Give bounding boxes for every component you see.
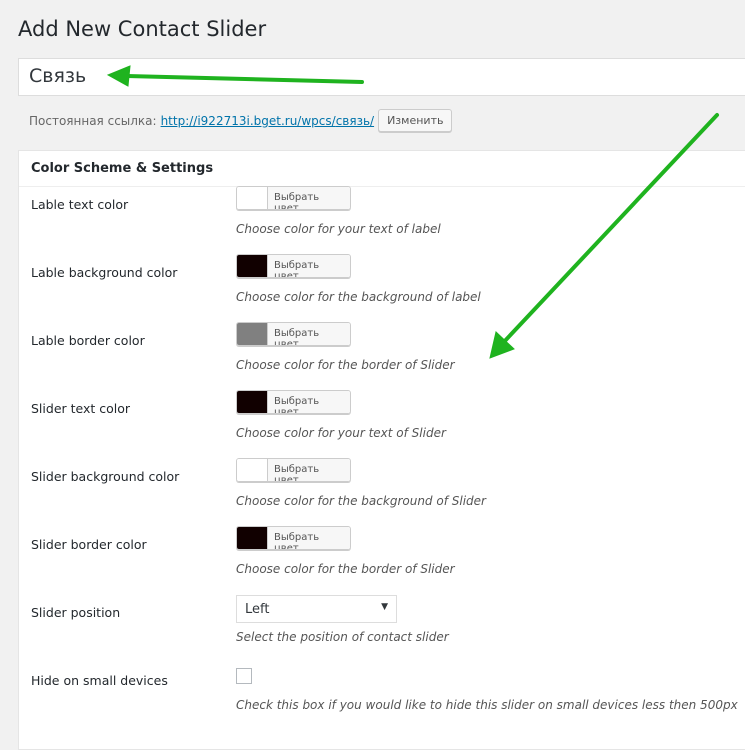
field-label: Lable background color — [31, 265, 178, 280]
select-value: Left — [245, 602, 270, 617]
color-swatch[interactable] — [237, 187, 268, 209]
color-field-row: Lable background color Выбрать цвет Choo… — [19, 254, 745, 333]
field-label: Hide on small devices — [31, 673, 168, 688]
color-picker[interactable]: Выбрать цвет — [236, 458, 351, 482]
field-description: Choose color for the background of label — [236, 290, 481, 304]
color-field-row: Lable border color Выбрать цвет Choose c… — [19, 322, 745, 401]
color-field-row: Slider background color Выбрать цвет Cho… — [19, 458, 745, 537]
color-swatch[interactable] — [237, 459, 268, 481]
hide-small-checkbox[interactable] — [236, 668, 252, 684]
panel-title: Color Scheme & Settings — [19, 151, 745, 187]
field-description: Check this box if you would like to hide… — [236, 698, 738, 712]
title-input[interactable]: Связь — [18, 58, 745, 96]
field-label: Lable border color — [31, 333, 145, 348]
permalink-bar: Постоянная ссылка: http://i922713i.bget.… — [29, 109, 453, 132]
color-picker[interactable]: Выбрать цвет — [236, 390, 351, 414]
field-description: Select the position of contact slider — [236, 630, 449, 644]
field-description: Choose color for your text of label — [236, 222, 441, 236]
field-description: Choose color for the background of Slide… — [236, 494, 486, 508]
slider-position-select[interactable]: Left ▼ — [236, 595, 397, 623]
color-picker[interactable]: Выбрать цвет — [236, 254, 351, 278]
select-color-button[interactable]: Выбрать цвет — [268, 187, 350, 209]
dropdown-arrow-icon: ▼ — [381, 602, 388, 612]
field-description: Choose color for the border of Slider — [236, 562, 455, 576]
slider-position-row: Slider position Left ▼ Select the positio… — [19, 595, 745, 673]
select-color-button[interactable]: Выбрать цвет — [268, 255, 350, 277]
permalink-url: http://i922713i.bget.ru/wpcs/ — [160, 113, 336, 128]
select-color-button[interactable]: Выбрать цвет — [268, 459, 350, 481]
field-description: Choose color for the border of Slider — [236, 358, 455, 372]
color-field-row: Slider text color Выбрать цвет Choose co… — [19, 390, 745, 469]
permalink-link[interactable]: http://i922713i.bget.ru/wpcs/связь/ — [161, 114, 375, 128]
permalink-slug: связь — [335, 113, 371, 128]
color-picker[interactable]: Выбрать цвет — [236, 186, 351, 210]
select-color-button[interactable]: Выбрать цвет — [268, 323, 350, 345]
edit-permalink-button[interactable]: Изменить — [378, 109, 453, 132]
field-description: Choose color for your text of Slider — [236, 426, 446, 440]
field-label: Slider background color — [31, 469, 180, 484]
field-label: Slider text color — [31, 401, 131, 416]
color-swatch[interactable] — [237, 391, 268, 413]
field-label: Lable text color — [31, 197, 129, 212]
field-label: Slider position — [31, 605, 121, 620]
color-picker[interactable]: Выбрать цвет — [236, 322, 351, 346]
color-swatch[interactable] — [237, 255, 268, 277]
select-color-button[interactable]: Выбрать цвет — [268, 527, 350, 549]
color-field-row: Lable text color Выбрать цвет Choose col… — [19, 186, 745, 265]
field-label: Slider border color — [31, 537, 147, 552]
permalink-label: Постоянная ссылка: — [29, 113, 157, 128]
permalink-suffix: / — [370, 113, 375, 128]
settings-panel: Color Scheme & Settings Lable text color… — [18, 150, 745, 750]
color-swatch[interactable] — [237, 323, 268, 345]
select-color-button[interactable]: Выбрать цвет — [268, 391, 350, 413]
color-swatch[interactable] — [237, 527, 268, 549]
color-picker[interactable]: Выбрать цвет — [236, 526, 351, 550]
page-title: Add New Contact Slider — [18, 17, 267, 41]
